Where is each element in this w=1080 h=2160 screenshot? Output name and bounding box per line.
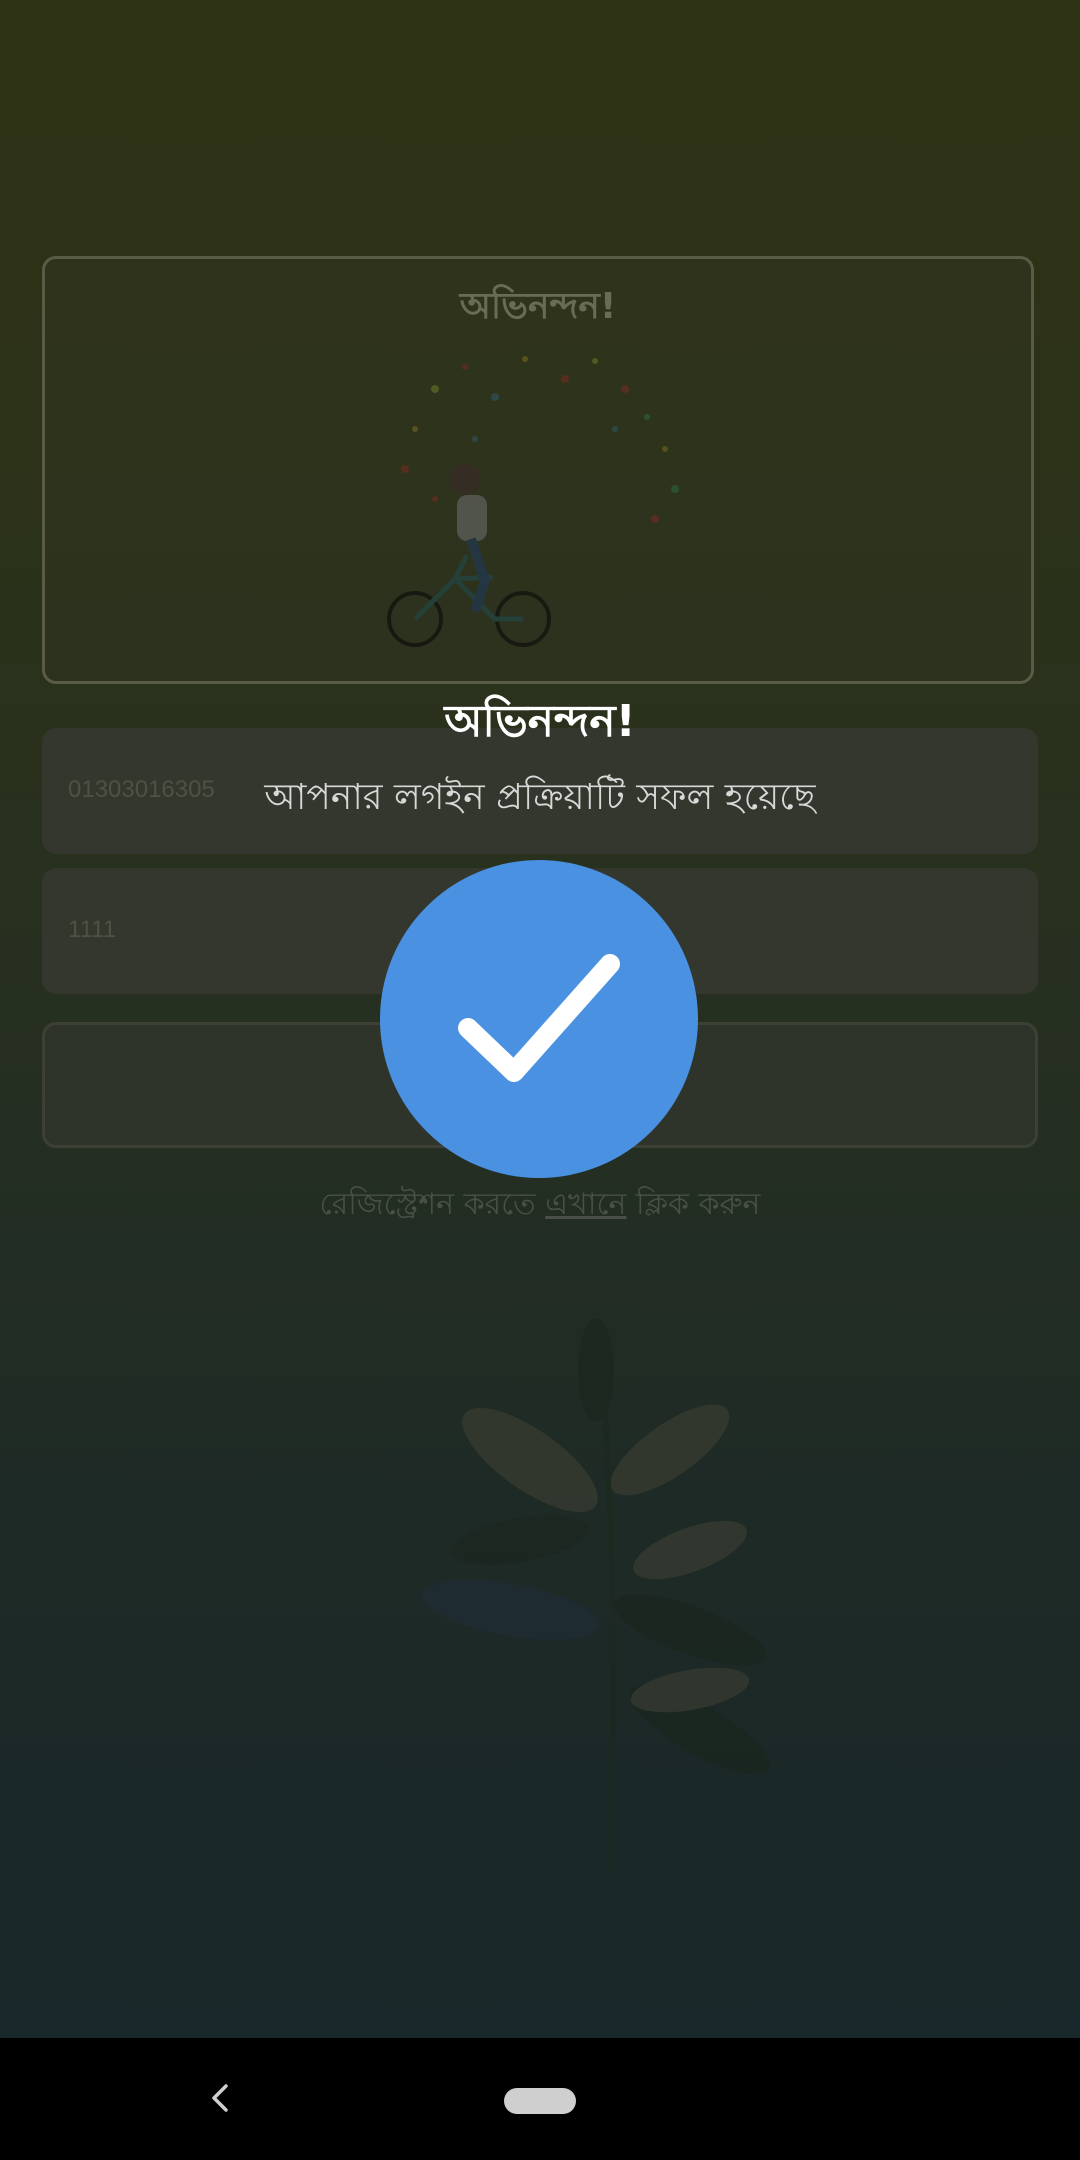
success-check-icon <box>380 860 698 1178</box>
register-prompt: রেজিস্ট্রেশন করতে এখানে ক্লিক করুন <box>0 1180 1080 1231</box>
plant-decoration <box>421 1318 771 1870</box>
home-pill[interactable] <box>504 2088 576 2114</box>
check-icon <box>458 954 620 1082</box>
register-link[interactable]: এখানে <box>545 1187 626 1222</box>
pin-value: 1111 <box>68 916 117 943</box>
cyclist-illustration <box>387 356 679 647</box>
dialog-message: আপনার লগইন প্রক্রিয়াটি সফল হয়েছে <box>264 777 816 818</box>
register-prefix: রেজিস্ট্রেশন করতে <box>319 1187 546 1222</box>
dialog-title: অভিনন্দন! <box>444 696 636 747</box>
congrats-card: অভিনন্দন! <box>42 256 1034 684</box>
register-suffix: ক্লিক করুন <box>626 1187 761 1222</box>
back-icon[interactable] <box>200 2078 240 2118</box>
